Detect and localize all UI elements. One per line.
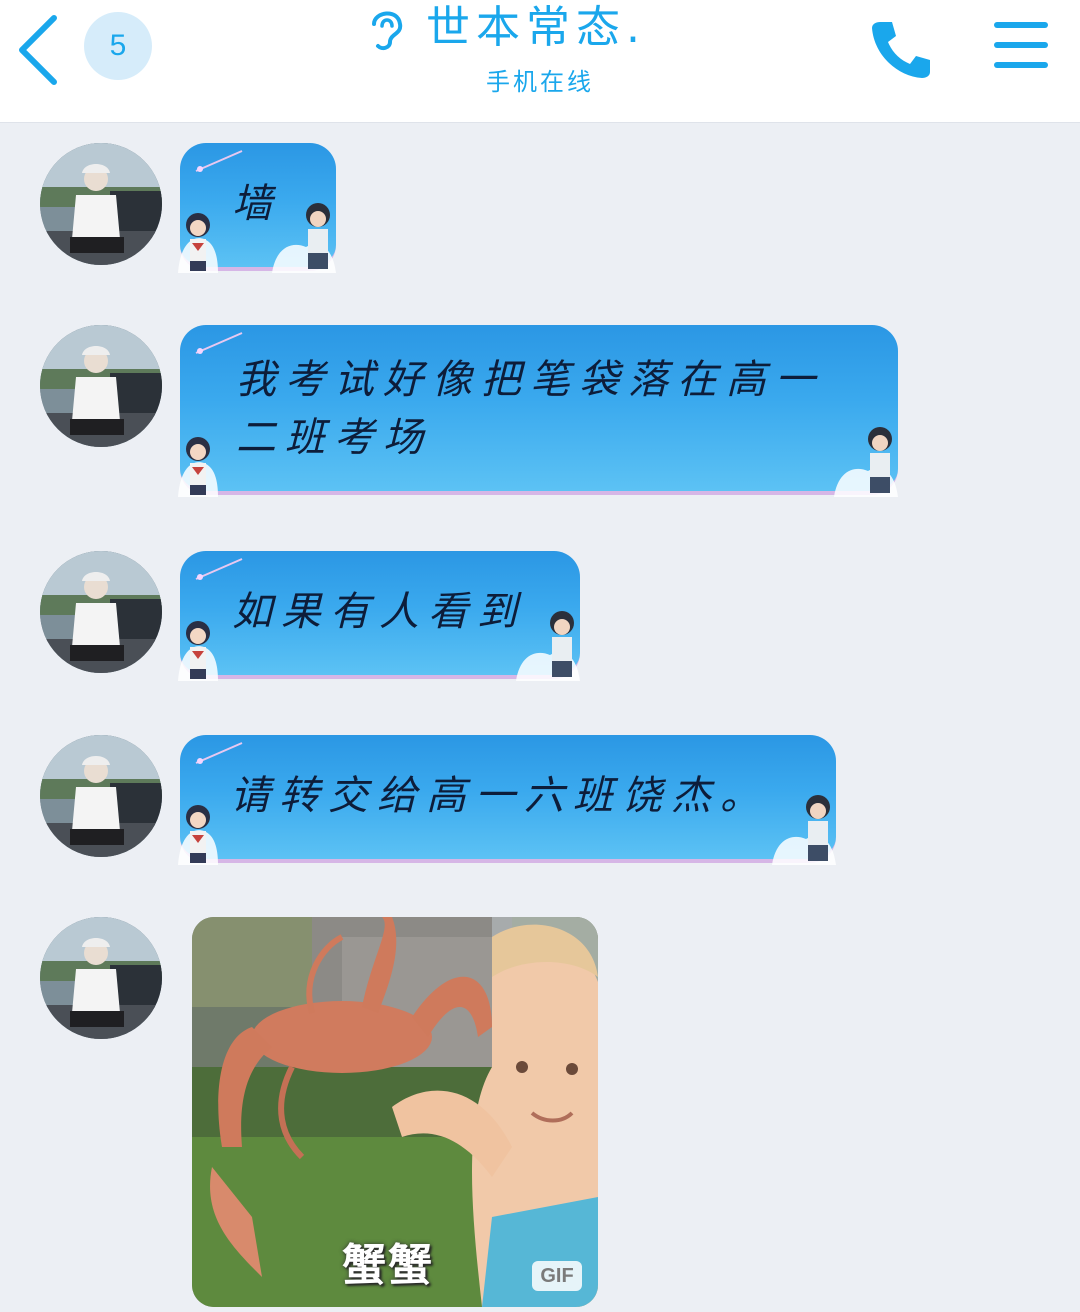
message-line: 我考试好像把笔袋落在高一 (236, 357, 824, 403)
ear-icon (372, 11, 403, 51)
avatar-photo (40, 917, 162, 1039)
gif-badge: GIF (532, 1261, 582, 1291)
meteor-decoration (195, 558, 243, 580)
anime-boy-decoration (834, 427, 898, 497)
chevron-left-icon (19, 15, 57, 85)
anime-boy-decoration (272, 203, 336, 273)
call-button[interactable] (866, 14, 936, 84)
gif-caption: 蟹蟹 (342, 1240, 434, 1291)
anime-girl-decoration (178, 437, 218, 497)
back-button[interactable] (10, 10, 70, 86)
message-text: 如果有人看到 (232, 589, 526, 635)
avatar[interactable] (40, 143, 162, 265)
message-row: 请转交给高一六班饶杰。 (0, 735, 1080, 875)
message-list[interactable]: 墙 我考试好像把笔袋落在高一 二班考场 如果有人看到 请转交给高一六班饶杰。 蟹… (0, 123, 1080, 1312)
message-bubble[interactable]: 如果有人看到 (178, 551, 580, 681)
message-bubble[interactable]: 请转交给高一六班饶杰。 (178, 735, 836, 865)
avatar[interactable] (40, 735, 162, 857)
avatar-photo (40, 735, 162, 857)
message-line: 二班考场 (236, 415, 432, 461)
contact-title-area[interactable]: 世本常态. 手机在线 (360, 0, 720, 122)
message-text: 请转交给高一六班饶杰。 (230, 773, 769, 819)
meteor-decoration (195, 150, 243, 172)
message-bubble[interactable]: 墙 (178, 143, 336, 273)
gif-message[interactable]: 蟹蟹 GIF (192, 917, 598, 1307)
anime-boy-decoration (516, 611, 580, 681)
avatar[interactable] (40, 325, 162, 447)
avatar-photo (40, 551, 162, 673)
avatar-photo (40, 143, 162, 265)
message-text: 墙 (232, 181, 281, 227)
menu-icon (994, 22, 1048, 68)
anime-girl-decoration (178, 213, 218, 273)
anime-boy-decoration (772, 795, 836, 865)
avatar[interactable] (40, 551, 162, 673)
message-row: 蟹蟹 GIF (0, 917, 1080, 1309)
chat-header: 5 世本常态. 手机在线 (0, 0, 1080, 123)
contact-name: 世本常态. (426, 2, 646, 53)
meteor-decoration (195, 742, 243, 764)
message-row: 如果有人看到 (0, 551, 1080, 691)
message-text: 我考试好像把笔袋落在高一 二班考场 (236, 351, 824, 467)
anime-girl-decoration (178, 621, 218, 681)
avatar-photo (40, 325, 162, 447)
avatar[interactable] (40, 917, 162, 1039)
message-row: 我考试好像把笔袋落在高一 二班考场 (0, 325, 1080, 505)
message-bubble[interactable]: 我考试好像把笔袋落在高一 二班考场 (178, 325, 898, 497)
unread-count-badge[interactable]: 5 (84, 12, 152, 80)
message-row: 墙 (0, 143, 1080, 293)
anime-girl-decoration (178, 805, 218, 865)
menu-button[interactable] (994, 20, 1050, 70)
online-status: 手机在线 (486, 68, 594, 96)
phone-icon (872, 22, 930, 78)
